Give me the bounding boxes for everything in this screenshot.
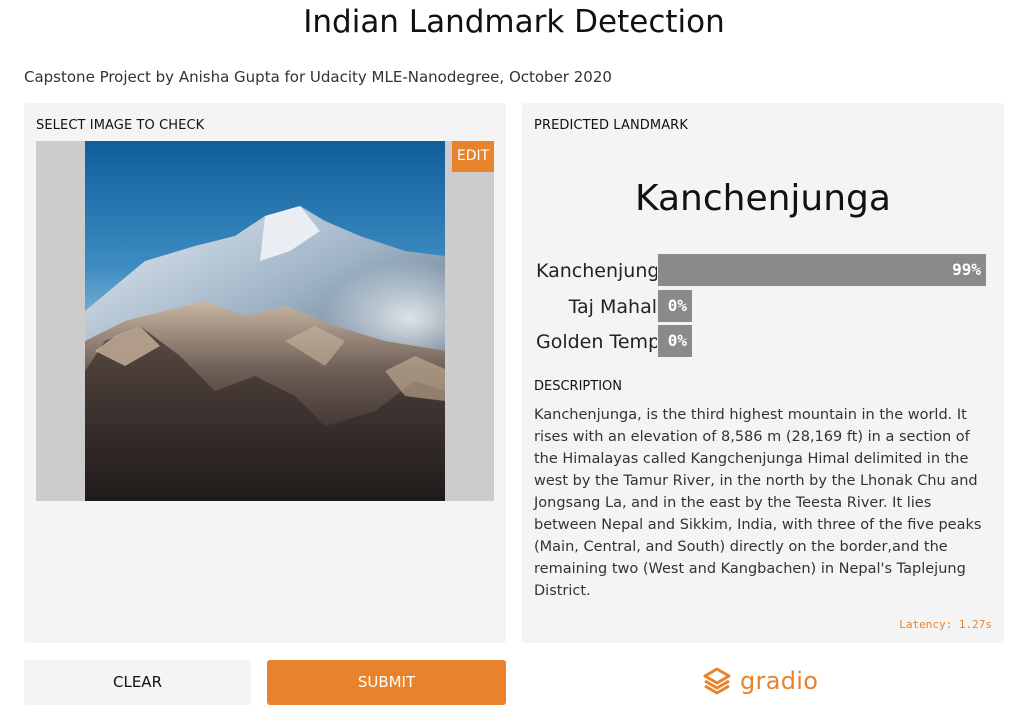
prediction-percent: 0%: [667, 331, 687, 350]
description-text: Kanchenjunga, is the third highest mount…: [534, 407, 982, 599]
prediction-bar-track: 0%: [658, 325, 989, 357]
prediction-label: Golden Temple: [536, 331, 657, 353]
prediction-percent: 0%: [667, 296, 687, 315]
page-subtitle: Capstone Project by Anisha Gupta for Uda…: [24, 68, 612, 86]
gradio-logo[interactable]: gradio: [702, 664, 818, 698]
page-title: Indian Landmark Detection: [303, 4, 725, 40]
gradio-logo-icon: [703, 667, 731, 695]
prediction-row: Kanchenjunga 99%: [522, 254, 1004, 286]
description-label: DESCRIPTION: [534, 379, 622, 394]
prediction-label: Taj Mahal: [568, 296, 657, 318]
output-panel-label: PREDICTED LANDMARK: [534, 118, 688, 133]
submit-button[interactable]: SUBMIT: [267, 660, 506, 705]
input-panel-label: SELECT IMAGE TO CHECK: [36, 118, 205, 133]
prediction-row: Golden Temple 0%: [522, 325, 1004, 357]
image-upload-area[interactable]: EDIT: [36, 141, 494, 501]
output-panel: PREDICTED LANDMARK Kanchenjunga Kanchenj…: [522, 103, 1004, 643]
prediction-bar-track: 99%: [658, 254, 989, 286]
uploaded-mountain-image: [85, 141, 445, 501]
latency-readout: Latency: 1.27s: [899, 618, 992, 631]
gradio-brand-text: gradio: [740, 667, 819, 695]
prediction-bar-track: 0%: [658, 290, 989, 322]
prediction-bar: 0%: [658, 290, 692, 322]
prediction-bar: 99%: [658, 254, 986, 286]
prediction-label: Kanchenjunga: [536, 260, 657, 282]
predicted-landmark: Kanchenjunga: [635, 178, 891, 219]
edit-image-button[interactable]: EDIT: [452, 141, 494, 172]
prediction-bar: 0%: [658, 325, 692, 357]
input-panel: SELECT IMAGE TO CHECK EDIT: [24, 103, 506, 643]
clear-button[interactable]: CLEAR: [24, 660, 251, 705]
prediction-percent: 99%: [952, 260, 981, 279]
prediction-row: Taj Mahal 0%: [522, 290, 1004, 322]
